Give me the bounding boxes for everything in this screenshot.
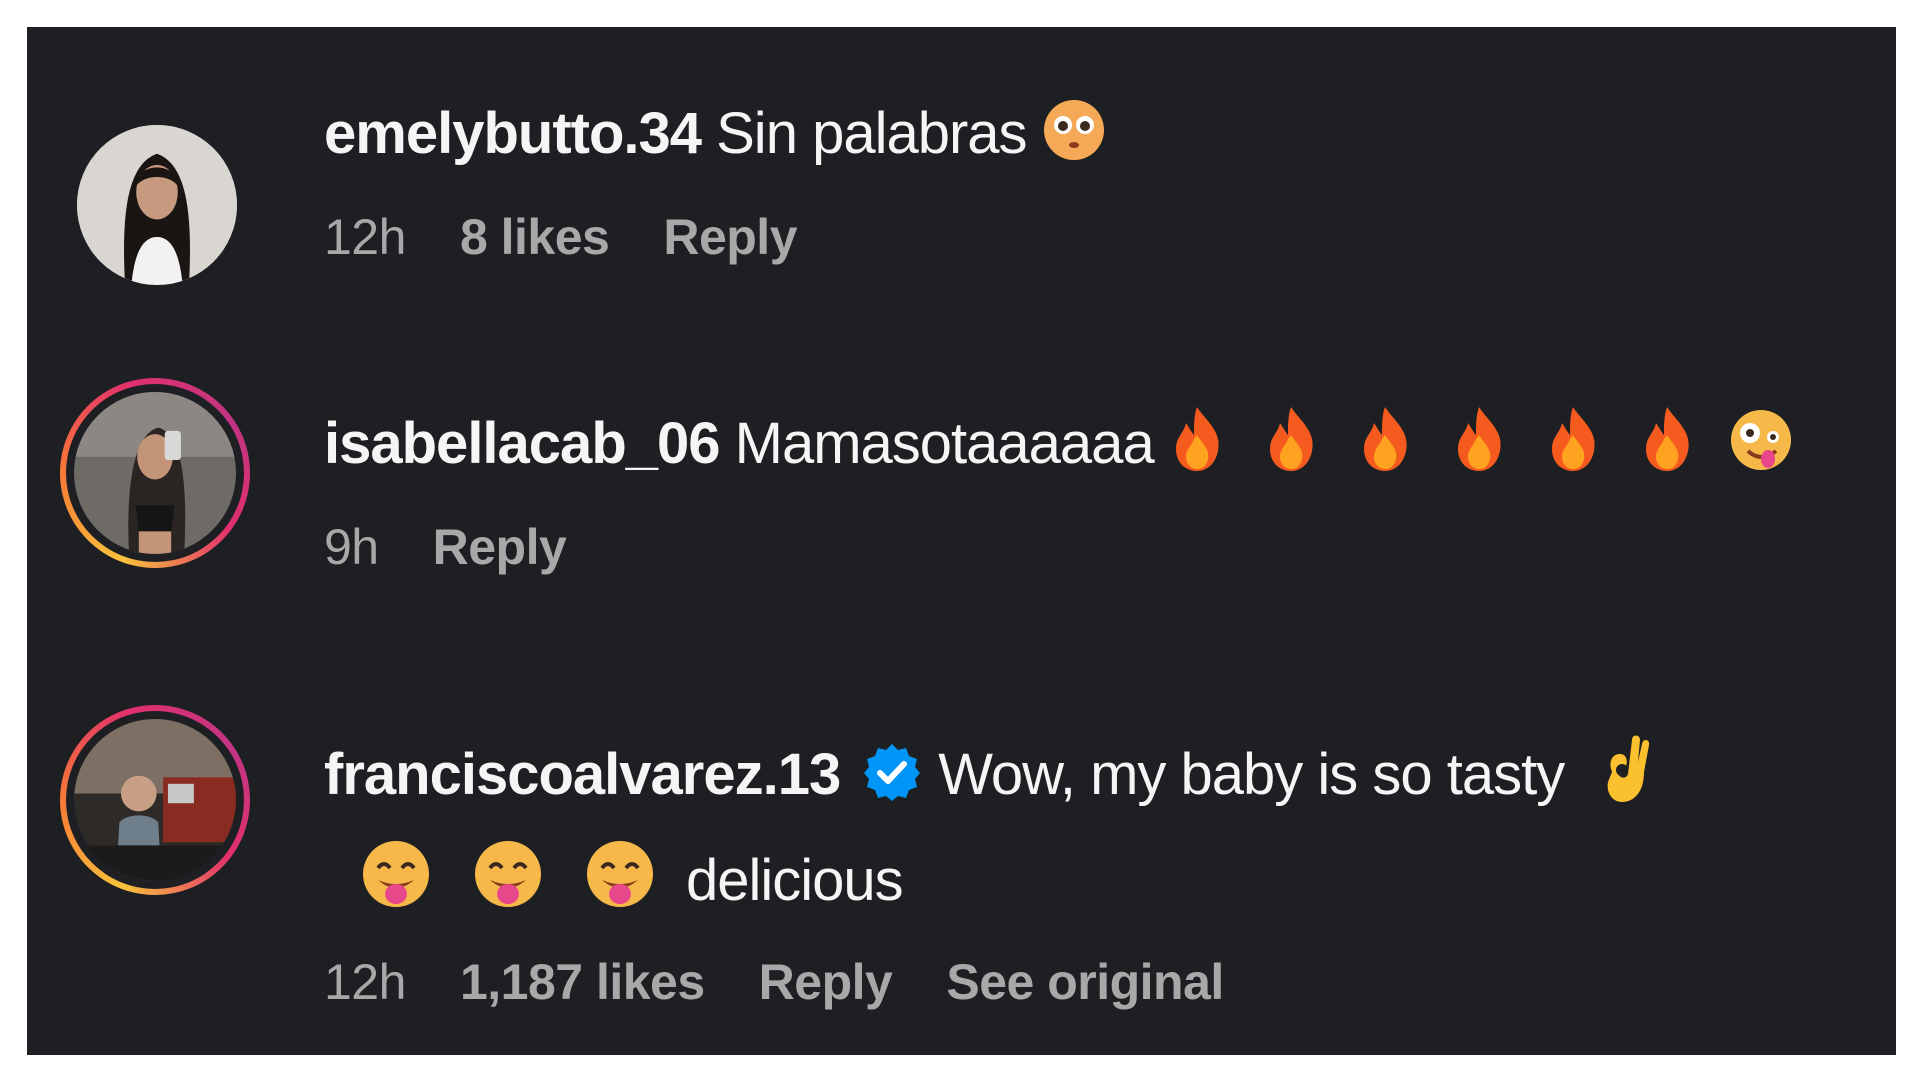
fire-icon [1262,405,1320,473]
fire-icon [1356,405,1414,473]
ok-hand-icon [1598,732,1652,804]
reply-button[interactable]: Reply [759,954,893,1010]
comment-line: emelybutto.34 Sin palabras [324,97,1107,169]
story-ring[interactable] [60,378,250,568]
fire-icon [1450,405,1508,473]
comment-text-continued: delicious [686,848,904,913]
face-savoring-food-icon [472,838,544,910]
comment-time: 12h [324,209,406,265]
avatar[interactable] [74,392,236,554]
comment-text: Mamasotaaaaaa [734,411,1155,476]
comment-username[interactable]: franciscoalvarez.13 [324,742,841,807]
face-savoring-food-icon [360,838,432,910]
zany-face-icon [1728,407,1794,473]
comment-line: delicious [324,838,1652,916]
avatar[interactable] [77,125,237,285]
comment-text: Wow, my baby is so tasty [938,742,1565,807]
flushed-face-icon [1041,97,1107,163]
story-ring[interactable] [60,705,250,895]
see-original-button[interactable]: See original [946,954,1224,1010]
comment-text: Sin palabras [716,101,1027,166]
comments-panel: emelybutto.34 Sin palabras 12h 8 likes Rep… [27,27,1896,1055]
fire-icon [1168,405,1226,473]
likes-count[interactable]: 1,187 likes [460,954,705,1010]
verified-badge-icon [862,742,922,818]
fire-icon [1544,405,1602,473]
comment-time: 9h [324,519,379,575]
comment-line: franciscoalvarez.13 Wow, my baby is so t… [324,732,1652,818]
comment-line: isabellacab_06 Mamasotaaaaaa [324,405,1794,479]
comment-meta: 12h 1,187 likes Reply See original [324,952,1652,1012]
face-savoring-food-icon [584,838,656,910]
comment-time: 12h [324,954,406,1010]
reply-button[interactable]: Reply [433,519,567,575]
comment-username[interactable]: isabellacab_06 [324,411,721,476]
comment-meta: 9h Reply [324,517,1794,577]
fire-icon [1638,405,1696,473]
reply-button[interactable]: Reply [663,209,797,265]
comment-meta: 12h 8 likes Reply [324,207,1107,267]
comment-username[interactable]: emelybutto.34 [324,101,702,166]
likes-count[interactable]: 8 likes [460,209,610,265]
avatar[interactable] [74,719,236,881]
